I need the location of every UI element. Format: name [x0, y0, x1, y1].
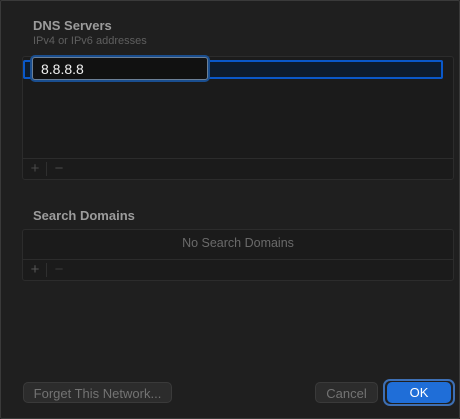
toolbar-divider: [46, 162, 47, 176]
search-domains-toolbar: + −: [23, 259, 453, 280]
dns-server-entry-input[interactable]: [32, 57, 208, 80]
remove-dns-server-button[interactable]: −: [48, 159, 70, 179]
forget-network-button[interactable]: Forget This Network...: [23, 382, 172, 403]
dns-servers-list: + −: [22, 56, 454, 180]
add-dns-server-button[interactable]: +: [24, 159, 46, 179]
add-search-domain-button[interactable]: +: [24, 260, 46, 280]
search-domains-title: Search Domains: [33, 208, 135, 223]
search-domains-empty-text: No Search Domains: [182, 236, 294, 250]
search-domains-list: No Search Domains + −: [22, 229, 454, 281]
dns-servers-title: DNS Servers: [33, 18, 112, 33]
remove-search-domain-button[interactable]: −: [48, 260, 70, 280]
dns-list-toolbar: + −: [23, 158, 453, 179]
dns-settings-sheet: DNS Servers IPv4 or IPv6 addresses + − S…: [0, 0, 460, 419]
toolbar-divider: [46, 263, 47, 277]
cancel-button[interactable]: Cancel: [315, 382, 378, 403]
dns-servers-subtitle: IPv4 or IPv6 addresses: [33, 35, 147, 47]
ok-button[interactable]: OK: [387, 382, 451, 403]
